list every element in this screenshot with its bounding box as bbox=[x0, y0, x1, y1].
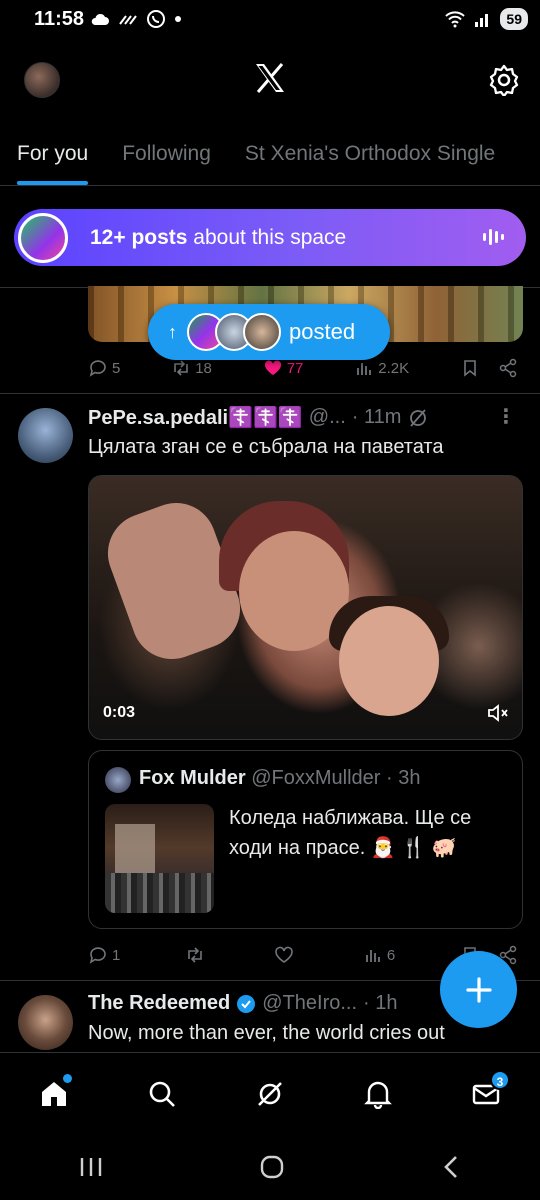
tweet-author-name[interactable]: PePe.sa.pedali☦️☦️☦️ bbox=[88, 405, 303, 430]
status-bar: 11:58 59 bbox=[0, 0, 540, 40]
views-chart-icon bbox=[357, 363, 372, 375]
home-circle-icon[interactable] bbox=[259, 1154, 285, 1180]
tweet-author-avatar[interactable] bbox=[18, 408, 73, 463]
quoted-tweet[interactable]: Fox Mulder @FoxxMullder · 3h Коледа набл… bbox=[88, 750, 523, 929]
arrow-up-icon: ↑ bbox=[168, 321, 177, 342]
nav-search[interactable] bbox=[142, 1074, 182, 1114]
repost-button[interactable] bbox=[185, 945, 209, 965]
tweet-time: · 1h bbox=[363, 992, 398, 1014]
views-button[interactable]: 6 bbox=[363, 945, 395, 965]
views-chart-icon bbox=[365, 950, 380, 962]
repost-button[interactable]: 18 bbox=[171, 358, 212, 378]
nav-home[interactable] bbox=[34, 1073, 74, 1114]
plus-icon bbox=[465, 976, 492, 1003]
views-button[interactable]: 2.2K bbox=[354, 358, 409, 378]
more-options-icon[interactable]: ⋮ bbox=[496, 404, 516, 429]
quoted-tweet-time: · 3h bbox=[386, 767, 421, 789]
tweet-author-handle[interactable]: @TheIro... bbox=[262, 992, 357, 1015]
audio-wave-icon bbox=[483, 229, 504, 245]
profile-avatar[interactable] bbox=[24, 62, 60, 98]
tab-community[interactable]: St Xenia's Orthodox Single bbox=[228, 130, 512, 185]
status-notification-icons bbox=[90, 9, 182, 29]
grok-icon[interactable] bbox=[407, 407, 429, 429]
compose-button[interactable] bbox=[440, 951, 517, 1028]
unread-dot bbox=[63, 1073, 72, 1083]
nav-messages[interactable]: 3 bbox=[466, 1069, 510, 1114]
tweet-time: · 11m bbox=[351, 406, 402, 428]
gear-icon[interactable] bbox=[488, 64, 520, 96]
quoted-author-handle: @FoxxMullder bbox=[251, 767, 381, 789]
tab-for-you[interactable]: For you bbox=[0, 130, 105, 185]
share-group bbox=[460, 358, 518, 378]
space-banner[interactable]: 12+ posts about this space bbox=[14, 209, 526, 266]
heart-filled-icon bbox=[264, 360, 281, 375]
like-button[interactable]: 77 bbox=[263, 358, 303, 378]
battery-indicator: 59 bbox=[500, 8, 528, 30]
nav-grok[interactable] bbox=[250, 1074, 290, 1114]
back-icon[interactable] bbox=[440, 1154, 462, 1180]
quoted-author-name: Fox Mulder bbox=[139, 767, 246, 789]
messages-badge: 3 bbox=[490, 1069, 510, 1090]
tweet-author-avatar[interactable] bbox=[18, 995, 73, 1050]
recent-apps-icon[interactable] bbox=[78, 1156, 104, 1178]
reply-button[interactable]: 1 bbox=[88, 945, 120, 965]
repost-icon bbox=[188, 947, 202, 963]
tweet-text: Цялата зган се е събрала на паветата bbox=[88, 436, 444, 458]
bell-icon bbox=[364, 1081, 392, 1109]
posted-label: posted bbox=[289, 319, 356, 344]
divider bbox=[0, 393, 540, 394]
quoted-tweet-text: Коледа наближава. Ще се ходи на прасе. 🎅… bbox=[229, 807, 472, 859]
verified-badge-icon bbox=[237, 994, 256, 1013]
whatsapp-icon bbox=[147, 10, 165, 28]
status-system-icons: 59 bbox=[444, 8, 528, 30]
quoted-author-avatar bbox=[105, 767, 131, 793]
tweet-header: The Redeemed @TheIro... · 1h bbox=[88, 992, 398, 1015]
search-icon bbox=[149, 1081, 175, 1107]
tweet-header: PePe.sa.pedali☦️☦️☦️ @... · 11m bbox=[88, 405, 429, 430]
status-time: 11:58 bbox=[34, 8, 85, 30]
new-posts-pill[interactable]: ↑ posted bbox=[148, 304, 390, 360]
space-host-avatar bbox=[18, 212, 68, 263]
reply-button[interactable]: 5 bbox=[88, 358, 120, 378]
tab-following[interactable]: Following bbox=[105, 130, 228, 185]
system-navigation bbox=[0, 1134, 540, 1200]
timeline-tabs: For you Following St Xenia's Orthodox Si… bbox=[0, 130, 540, 186]
tweet-text: Now, more than ever, the world cries out bbox=[88, 1022, 445, 1044]
dot-icon bbox=[175, 16, 181, 22]
x-logo-icon bbox=[256, 63, 284, 93]
quoted-tweet-header: Fox Mulder @FoxxMullder · 3h bbox=[139, 767, 420, 790]
video-duration: 0:03 bbox=[103, 704, 136, 721]
repost-icon bbox=[174, 360, 188, 376]
tweet-video[interactable]: 0:03 bbox=[88, 475, 523, 740]
reply-icon bbox=[89, 947, 106, 964]
tweet-author-handle[interactable]: @... bbox=[309, 406, 346, 429]
bottom-navigation: 3 bbox=[0, 1052, 540, 1134]
cloud-icon bbox=[91, 13, 109, 25]
missed-call-icon bbox=[119, 15, 137, 25]
top-header bbox=[0, 40, 540, 130]
mute-icon[interactable] bbox=[486, 701, 510, 725]
quoted-tweet-image bbox=[105, 804, 214, 913]
share-icon[interactable] bbox=[498, 358, 518, 378]
like-button[interactable] bbox=[274, 945, 298, 965]
heart-icon bbox=[275, 946, 293, 963]
reply-icon bbox=[89, 360, 106, 377]
nav-notifications[interactable] bbox=[358, 1074, 398, 1114]
space-banner-text: 12+ posts about this space bbox=[90, 225, 347, 249]
bookmark-icon[interactable] bbox=[460, 358, 480, 378]
poster-avatar bbox=[243, 313, 281, 351]
tweet-author-name[interactable]: The Redeemed bbox=[88, 992, 230, 1015]
wifi-icon bbox=[445, 11, 466, 28]
grok-icon bbox=[258, 1081, 282, 1106]
signal-icon bbox=[475, 14, 489, 27]
